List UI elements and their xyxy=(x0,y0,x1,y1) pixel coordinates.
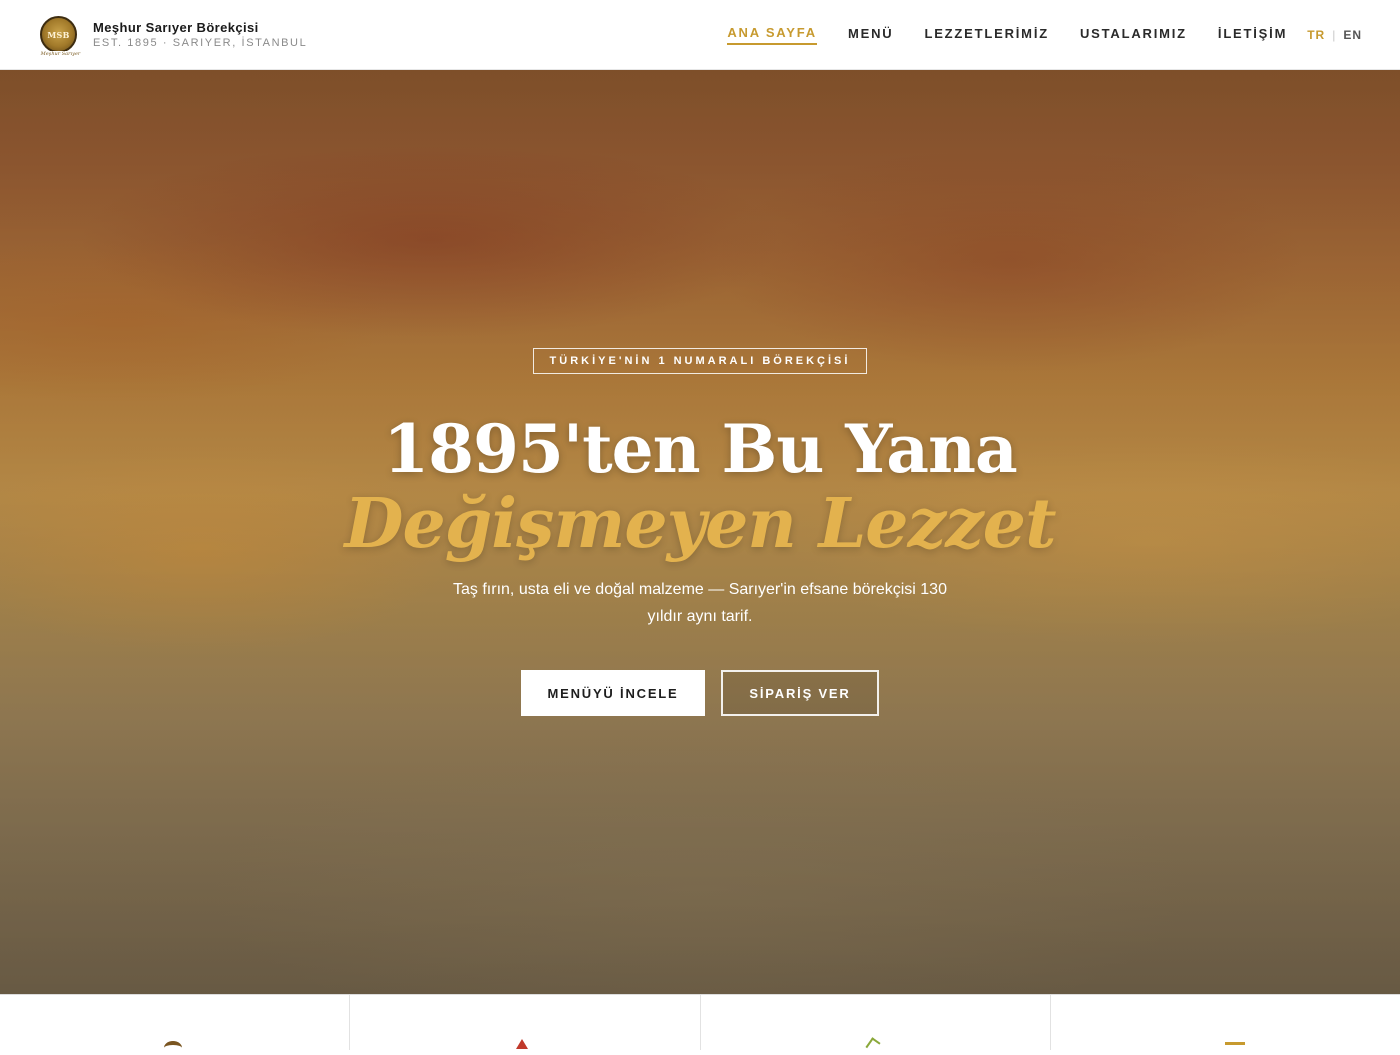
nav-item-home[interactable]: ANA SAYFA xyxy=(727,25,817,45)
brand-text: Meşhur Sarıyer Börekçisi EST. 1895 · SAR… xyxy=(93,20,307,49)
view-menu-button[interactable]: MENÜYÜ İNCELE xyxy=(521,670,705,716)
lang-separator: | xyxy=(1332,27,1337,42)
hero-content: TÜRKİYE'NİN 1 NUMARALI BÖREKÇİSİ 1895'te… xyxy=(0,70,1400,994)
hero-buttons: MENÜYÜ İNCELE SİPARİŞ VER xyxy=(521,670,879,716)
brand-subtitle: EST. 1895 · SARIYER, İSTANBUL xyxy=(93,37,308,49)
logo-script: Meşhur Sarıyer xyxy=(38,51,83,57)
fire-icon xyxy=(516,1039,529,1049)
lang-en[interactable]: EN xyxy=(1343,28,1362,42)
feature-card xyxy=(701,995,1051,1053)
order-button[interactable]: SİPARİŞ VER xyxy=(721,670,879,716)
lang-tr[interactable]: TR xyxy=(1307,28,1325,42)
feature-card xyxy=(1051,995,1400,1050)
leaf-icon xyxy=(864,1037,881,1053)
feature-card xyxy=(0,995,351,1050)
main-nav: ANA SAYFA MENÜ LEZZETLERİMİZ USTALARIMIZ… xyxy=(727,25,1362,45)
tray-icon xyxy=(1224,1042,1245,1045)
logo-monogram: MSB xyxy=(47,29,70,40)
hero-title: 1895'ten Bu Yana xyxy=(383,410,1018,488)
features-strip xyxy=(0,994,1400,1053)
nav-item-flavors[interactable]: LEZZETLERİMİZ xyxy=(924,26,1049,44)
hero-title-accent: Değişmeyen Lezzet xyxy=(344,484,1057,564)
hero-tagline: TÜRKİYE'NİN 1 NUMARALI BÖREKÇİSİ xyxy=(532,348,868,374)
brand[interactable]: MSB Meşhur Sarıyer Meşhur Sarıyer Börekç… xyxy=(38,16,307,57)
heritage-icon xyxy=(164,1041,182,1055)
nav-item-masters[interactable]: USTALARIMIZ xyxy=(1080,26,1187,44)
hero-subtitle: Taş fırın, usta eli ve doğal malzeme — S… xyxy=(453,581,947,625)
logo[interactable]: MSB Meşhur Sarıyer xyxy=(38,16,83,57)
feature-card xyxy=(350,995,701,1050)
language-switcher: TR | EN xyxy=(1307,28,1362,42)
nav-item-contact[interactable]: İLETİŞİM xyxy=(1218,26,1287,44)
site-header: MSB Meşhur Sarıyer Meşhur Sarıyer Börekç… xyxy=(0,0,1400,70)
brand-name: Meşhur Sarıyer Börekçisi xyxy=(93,20,259,35)
nav-item-menu[interactable]: MENÜ xyxy=(848,26,893,44)
hero-section: TÜRKİYE'NİN 1 NUMARALI BÖREKÇİSİ 1895'te… xyxy=(0,70,1400,994)
